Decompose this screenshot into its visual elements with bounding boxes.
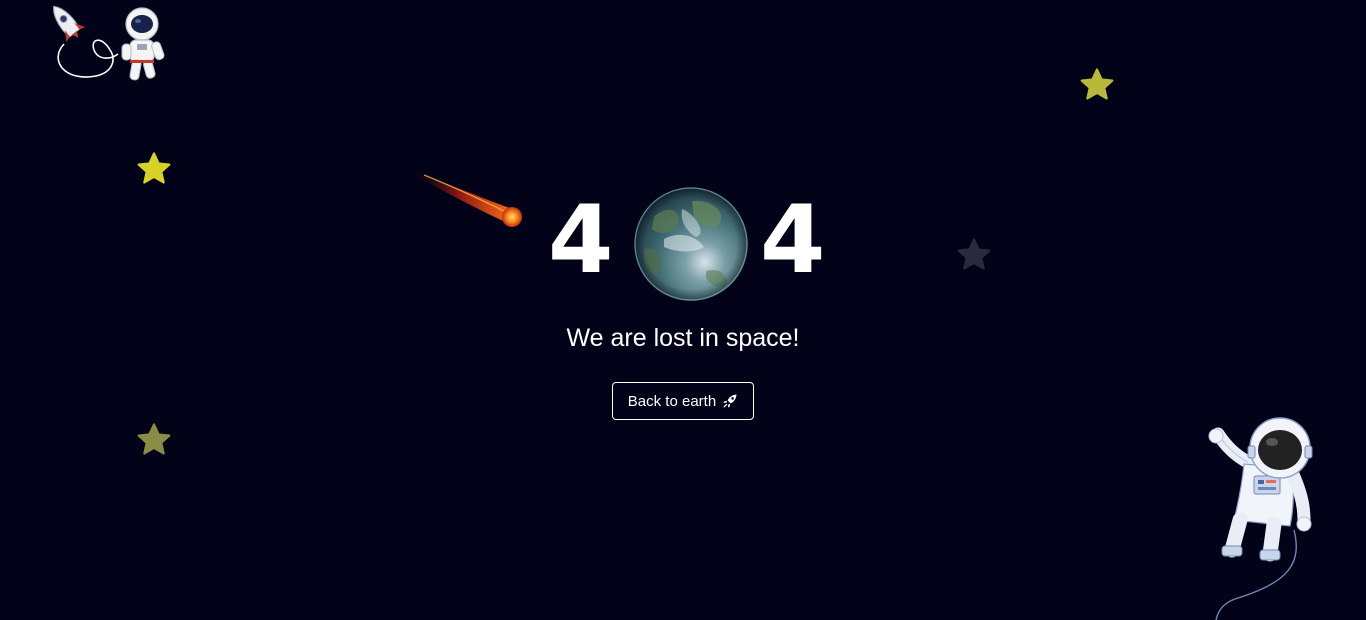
waving-astronaut-illustration — [1198, 412, 1328, 620]
error-message: We are lost in space! — [566, 324, 800, 352]
back-to-earth-label: Back to earth — [627, 392, 717, 410]
earth-icon — [634, 187, 748, 301]
error-digit-left: 4 — [548, 186, 614, 295]
error-code: 4 4 — [540, 186, 830, 306]
rocket-icon — [722, 393, 738, 409]
not-found-page: 4 4 We are lost in space! Back to earth — [0, 0, 1366, 620]
back-to-earth-button[interactable]: Back to earth — [612, 382, 754, 420]
error-content: 4 4 We are lost in space! Back to earth — [0, 0, 1366, 620]
error-digit-right: 4 — [760, 186, 826, 295]
